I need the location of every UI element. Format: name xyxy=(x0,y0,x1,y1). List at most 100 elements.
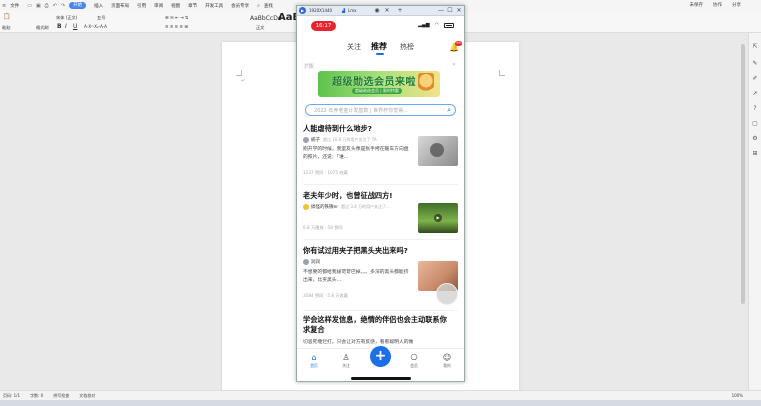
feed-title[interactable]: 学会这样发信息，绝情的伴侣也会主动联系你求复合 xyxy=(303,315,453,335)
tab-layout[interactable]: 页面布局 xyxy=(111,3,129,9)
floating-assist-button[interactable] xyxy=(436,283,458,305)
tool-settings-icon[interactable]: ⚙ xyxy=(751,135,759,143)
spell-check[interactable]: 拼写检查 xyxy=(53,393,69,399)
banner-art[interactable]: 超级勋选会员来啦 超级勋选会员 | 限时特惠 xyxy=(318,71,440,97)
create-post-button[interactable]: + xyxy=(370,346,391,367)
home-indicator[interactable] xyxy=(351,377,411,380)
style-normal-name[interactable]: 正文 xyxy=(256,25,264,31)
undo-icon[interactable]: ↶ xyxy=(53,3,57,9)
feed-title[interactable]: 老夫年少时，也曾征战四方! xyxy=(303,191,393,201)
tool-edit-icon[interactable]: ✎ xyxy=(751,60,759,68)
feed-author[interactable]: 润润 xyxy=(303,259,320,265)
avatar[interactable] xyxy=(303,204,309,210)
feed-title[interactable]: 你有试过用夹子把黑头夹出来吗? xyxy=(303,246,408,256)
bold-button[interactable]: B xyxy=(57,23,62,30)
feed-excerpt[interactable]: 不想要的都给我拔苛苛巴掉。。。多深的黑头都能挤出来，比夹黑头... xyxy=(303,269,411,285)
feed-excerpt[interactable]: 刚开学的时候，我室友头像是张手拷在暖车方向盘的照片，还说：「谁... xyxy=(303,146,411,162)
tab-chapter[interactable]: 章节 xyxy=(188,3,197,9)
print-icon[interactable]: ⎙ xyxy=(45,3,49,9)
tool-select-icon[interactable]: ⇱ xyxy=(751,43,759,51)
document-scrollbar[interactable] xyxy=(741,44,745,304)
tool-pen-icon[interactable]: ✐ xyxy=(751,75,759,83)
zoom-level[interactable]: 100% xyxy=(732,393,743,398)
search-icon[interactable]: ⌕ xyxy=(257,3,260,9)
search-input[interactable]: 2022 年养老金计发基数 | 世界杯你觉得... ⌕ xyxy=(305,104,456,116)
banner-close-icon[interactable]: ✕ xyxy=(452,62,456,68)
menu-file[interactable]: 文件 xyxy=(10,3,19,9)
author-name[interactable]: 搞怪的铁锹er xyxy=(311,204,338,210)
phone-emulator-window: ▶ 1920X1440 ▟ Lmx ◉ ✕ + — ☐ ✕ 16:17 ▂▄▆ … xyxy=(296,5,465,382)
nav-follow[interactable]: ♙ 关注 xyxy=(336,353,356,369)
tab-hot[interactable]: 热榜 xyxy=(400,42,414,52)
feed-video-thumbnail[interactable]: ▶ xyxy=(418,203,458,233)
align-icon[interactable]: ≡ ≡ ≡ ≡ ⊞ xyxy=(165,24,188,29)
tab-active-indicator xyxy=(376,53,384,55)
tab-reference[interactable]: 引用 xyxy=(137,3,146,9)
paste-icon[interactable]: 📋 xyxy=(3,13,10,20)
tab-recommend[interactable]: 推荐 xyxy=(371,41,387,52)
status-time: 16:17 xyxy=(311,21,336,31)
nav-label: 首页 xyxy=(310,363,318,368)
tab-view[interactable]: 视图 xyxy=(171,3,180,9)
format-painter-label[interactable]: 格式刷 xyxy=(36,25,49,31)
collab-button[interactable]: 协作 xyxy=(713,2,722,8)
new-tab-icon[interactable]: + xyxy=(396,7,404,15)
avatar[interactable] xyxy=(303,259,309,265)
tab-review[interactable]: 审阅 xyxy=(154,3,163,9)
minimize-button[interactable]: — xyxy=(437,7,445,15)
unsaved-button[interactable]: 未保存 xyxy=(690,2,704,8)
ad-banner[interactable]: 广告 ✕ 超级勋选会员来啦 超级勋选会员 | 限时特惠 xyxy=(304,59,458,99)
font-color-icon[interactable]: A·X²·X₂·A·A xyxy=(84,24,107,29)
tab-close-icon[interactable]: ✕ xyxy=(383,7,391,15)
tab-member[interactable]: 会员专享 xyxy=(231,3,249,9)
doc-check[interactable]: 文档校对 xyxy=(79,393,95,399)
feed-author[interactable]: 楠子 超过 16.8 万的用户关注了 TA xyxy=(303,137,377,143)
paste-label[interactable]: 粘贴 xyxy=(2,25,10,31)
menu-icon[interactable]: ≡ xyxy=(2,3,6,9)
author-meta: 超过 16.8 万的用户关注了 TA xyxy=(323,137,377,142)
cellular-icon: ▂▄▆ xyxy=(418,22,430,28)
underline-button[interactable]: U xyxy=(73,23,77,30)
tab-home[interactable]: 开始 xyxy=(69,2,87,9)
font-name-select[interactable]: 宋体 (正文) xyxy=(56,15,77,21)
paragraph-mark-icon: ↵ xyxy=(241,78,246,84)
feed-item[interactable]: 老夫年少时，也曾征战四方! 搞怪的铁锹er 超过 3.4 万的用户关注了... … xyxy=(297,190,464,240)
nav-home[interactable]: ⌂ 首页 xyxy=(304,353,324,369)
italic-button[interactable]: I xyxy=(65,23,67,30)
tab-follow[interactable]: 关注 xyxy=(347,42,361,52)
emulator-logo-icon: ▶ xyxy=(299,7,306,14)
tool-cursor-icon[interactable]: ➚ xyxy=(751,90,759,98)
share-button[interactable]: 分享 xyxy=(732,2,741,8)
save-icon[interactable]: ▣ xyxy=(36,3,41,9)
feed-thumbnail[interactable] xyxy=(418,136,458,166)
list-icon[interactable]: ☰ ☷ ⇤ ⇥ ⇅ xyxy=(165,15,188,20)
feed-author[interactable]: 搞怪的铁锹er 超过 3.4 万的用户关注了... xyxy=(303,204,390,210)
nav-profile[interactable]: ☺ 我的 xyxy=(437,353,457,369)
search-icon[interactable]: ⌕ xyxy=(447,106,451,115)
tool-lock-icon[interactable]: ▢ xyxy=(751,120,759,128)
tool-help-icon[interactable]: ? xyxy=(751,105,759,113)
feed-item[interactable]: 学会这样发信息，绝情的伴侣也会主动联系你求复合 切忌死缠烂打。只会让对方有反感，… xyxy=(297,315,464,349)
play-icon[interactable]: ▶ xyxy=(434,214,442,222)
nav-member[interactable]: ⎔ 会员 xyxy=(404,353,424,369)
redo-icon[interactable]: ↷ xyxy=(61,3,65,9)
tab-devtools[interactable]: 开发工具 xyxy=(205,3,223,9)
chrome-icon[interactable]: ◉ xyxy=(373,7,381,15)
avatar[interactable] xyxy=(303,137,309,143)
feed-title[interactable]: 人能虐待到什么地步? xyxy=(303,124,372,134)
author-name[interactable]: 楠子 xyxy=(311,137,320,143)
word-count[interactable]: 字数: 0 xyxy=(30,393,43,399)
emulator-titlebar[interactable]: ▶ 1920X1440 ▟ Lmx ◉ ✕ + — ☐ ✕ xyxy=(297,6,464,16)
font-size-select[interactable]: 五号 xyxy=(97,15,105,21)
search-label[interactable]: 查找 xyxy=(264,3,273,9)
signal-icon: ▟ xyxy=(342,8,346,13)
style-normal-preview[interactable]: AaBbCcDd xyxy=(250,15,282,22)
open-icon[interactable]: ▭ xyxy=(27,3,32,9)
status-bar: 页码: 1/1 字数: 0 拼写检查 文档校对 100% xyxy=(0,390,761,400)
tool-share-icon[interactable]: ⊞ xyxy=(751,150,759,158)
close-button[interactable]: ✕ xyxy=(455,7,463,15)
author-name[interactable]: 润润 xyxy=(311,259,320,265)
tab-insert[interactable]: 插入 xyxy=(94,3,103,9)
maximize-button[interactable]: ☐ xyxy=(446,7,454,15)
feed-item[interactable]: 人能虐待到什么地步? 楠子 超过 16.8 万的用户关注了 TA 刚开学的时候，… xyxy=(297,123,464,183)
